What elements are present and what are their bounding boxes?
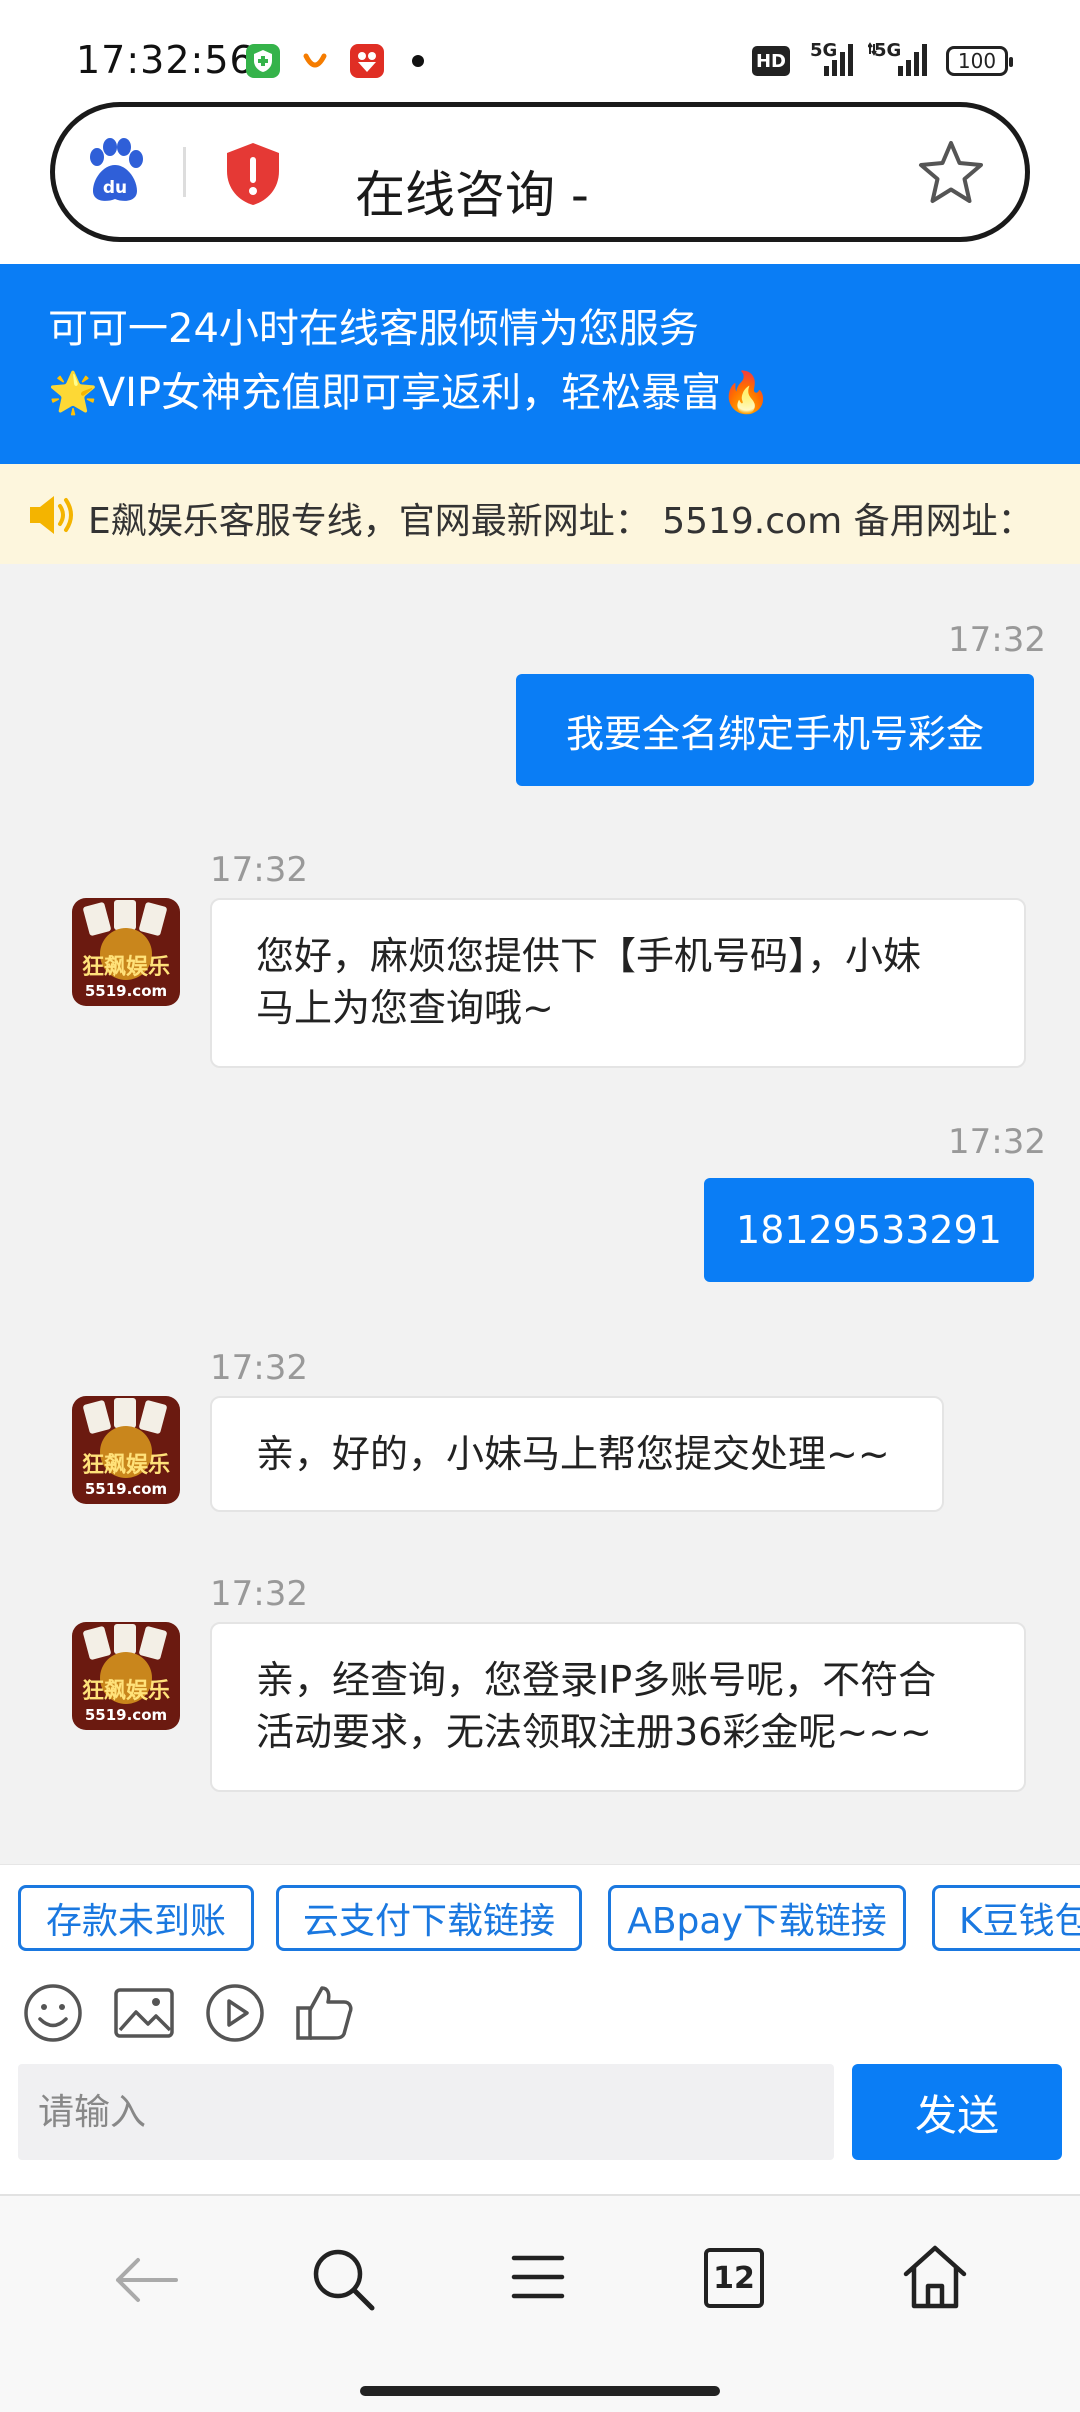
baidu-logo-icon[interactable]: du (83, 137, 147, 207)
message-line: 亲，好的，小妹马上帮您提交处理~~ (256, 1432, 890, 1476)
pinduoduo-app-icon (350, 44, 384, 78)
agent-message-bubble[interactable]: 亲，经查询，您登录IP多账号呢，不符合 活动要求，无法领取注册36彩金呢~~~ (210, 1622, 1026, 1792)
tab-count: 12 (713, 2260, 755, 2296)
signal-1-icon: 5G (810, 40, 854, 80)
quick-reply-button[interactable]: 云支付下载链接 (276, 1885, 582, 1951)
my-message-bubble[interactable]: 18129533291 (704, 1178, 1034, 1282)
page-title[interactable]: 在线咨询 - (355, 155, 589, 227)
message-time: 17:32 (948, 1122, 1046, 1162)
video-icon[interactable] (204, 1982, 266, 2044)
battery-level: 100 (957, 49, 997, 73)
svg-text:du: du (103, 178, 127, 198)
signal-2-icon: 5G (868, 40, 932, 80)
chat-area[interactable]: 17:32 我要全名绑定手机号彩金 17:32 狂飙娱乐 5519.com 您好… (0, 564, 1080, 1864)
avatar-site-text: 5519.com (85, 982, 167, 1000)
message-time: 17:32 (210, 1574, 308, 1614)
thumbs-up-icon[interactable] (292, 1980, 356, 2044)
message-line: 亲，经查询，您登录IP多账号呢，不符合 (256, 1658, 937, 1702)
star-icon[interactable] (915, 137, 987, 209)
agent-avatar[interactable]: 狂飙娱乐 5519.com (72, 898, 180, 1006)
agent-avatar[interactable]: 狂飙娱乐 5519.com (72, 1396, 180, 1504)
divider (183, 147, 186, 197)
avatar-brand-text: 狂飙娱乐 (82, 955, 170, 980)
battery-icon: 100 (946, 46, 1013, 76)
notice-text: E飙娱乐客服专线，官网最新网址： 5519.com 备用网址： (88, 501, 1034, 542)
didi-app-icon (298, 44, 332, 78)
emoji-icon[interactable] (22, 1982, 84, 2044)
message-line: 马上为您查询哦~ (256, 986, 554, 1030)
image-icon[interactable] (112, 1984, 176, 2044)
notification-dot (412, 55, 424, 67)
browser-nav-bar: 12 (0, 2194, 1080, 2412)
avatar-brand-text: 狂飙娱乐 (82, 1453, 170, 1478)
banner-line-1: 可可一24小时在线客服倾情为您服务 (48, 306, 699, 352)
status-bar: 17:32:56 HD 5G 5G 100 (0, 0, 1080, 100)
hd-label: HD (755, 50, 786, 72)
security-warning-icon[interactable] (223, 141, 283, 207)
banner-line-2: 🌟VIP女神充值即可享返利，轻松暴富🔥 (48, 370, 771, 416)
tabs-icon[interactable]: 12 (704, 2248, 764, 2308)
message-line: 您好，麻烦您提供下【手机号码】，小妹 (256, 934, 922, 978)
speaker-icon (26, 492, 78, 538)
send-button[interactable]: 发送 (852, 2064, 1062, 2160)
quick-reply-bar[interactable]: 存款未到账 云支付下载链接 ABpay下载链接 K豆钱包 (0, 1864, 1080, 1964)
hd-icon: HD (752, 46, 790, 76)
quick-reply-button[interactable]: K豆钱包 (932, 1885, 1080, 1951)
message-time: 17:32 (948, 620, 1046, 660)
message-time: 17:32 (210, 850, 308, 890)
search-icon[interactable] (308, 2244, 378, 2314)
quick-reply-button[interactable]: ABpay下载链接 (608, 1885, 906, 1951)
browser-toolbar: du 在线咨询 - (0, 100, 1080, 264)
avatar-site-text: 5519.com (85, 1480, 167, 1498)
agent-avatar[interactable]: 狂飙娱乐 5519.com (72, 1622, 180, 1730)
agent-message-bubble[interactable]: 您好，麻烦您提供下【手机号码】，小妹 马上为您查询哦~ (210, 898, 1026, 1068)
agent-message-bubble[interactable]: 亲，好的，小妹马上帮您提交处理~~ (210, 1396, 944, 1512)
home-icon[interactable] (900, 2242, 970, 2312)
address-bar[interactable]: du 在线咨询 - (50, 102, 1030, 242)
service-banner: 可可一24小时在线客服倾情为您服务 🌟VIP女神充值即可享返利，轻松暴富🔥 (0, 264, 1080, 464)
composer: 发送 (0, 2064, 1080, 2194)
status-time: 17:32:56 (76, 38, 255, 82)
menu-icon[interactable] (510, 2252, 566, 2302)
message-input[interactable] (18, 2064, 834, 2160)
notice-bar: E飙娱乐客服专线，官网最新网址： 5519.com 备用网址： (0, 464, 1080, 564)
quick-reply-button[interactable]: 存款未到账 (18, 1885, 254, 1951)
composer-tools (0, 1964, 1080, 2064)
my-message-bubble[interactable]: 我要全名绑定手机号彩金 (516, 674, 1034, 786)
message-line: 活动要求，无法领取注册36彩金呢~~~ (256, 1710, 932, 1754)
shield-app-icon (246, 44, 280, 78)
back-icon[interactable] (110, 2250, 182, 2310)
message-time: 17:32 (210, 1348, 308, 1388)
avatar-brand-text: 狂飙娱乐 (82, 1679, 170, 1704)
gesture-handle (360, 2386, 720, 2396)
avatar-site-text: 5519.com (85, 1706, 167, 1724)
